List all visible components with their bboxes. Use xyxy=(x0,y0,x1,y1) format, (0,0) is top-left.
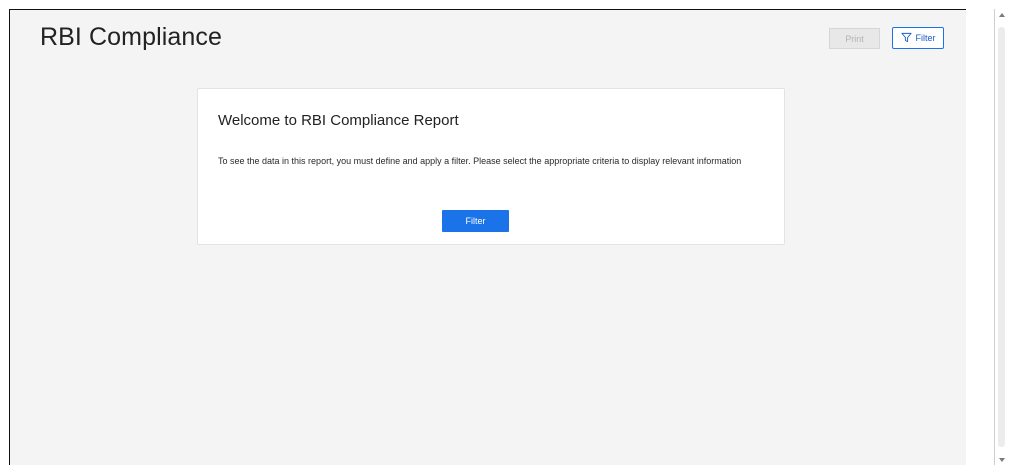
scroll-down-arrow-icon[interactable] xyxy=(999,458,1005,462)
print-button[interactable]: Print xyxy=(829,28,880,49)
welcome-message: To see the data in this report, you must… xyxy=(218,156,742,166)
page-title: RBI Compliance xyxy=(40,23,223,51)
welcome-card: Welcome to RBI Compliance Report To see … xyxy=(197,88,785,245)
scrollbar-thumb[interactable] xyxy=(998,27,1005,447)
scroll-up-arrow-icon[interactable] xyxy=(999,13,1005,17)
welcome-filter-button[interactable]: Filter xyxy=(442,210,509,232)
filter-funnel-icon xyxy=(900,32,912,45)
header-filter-button[interactable]: Filter xyxy=(892,27,944,49)
report-page: RBI Compliance Print Filter Welcome to R… xyxy=(9,9,966,465)
header-filter-label: Filter xyxy=(915,33,936,43)
vertical-scrollbar[interactable] xyxy=(994,9,1010,465)
welcome-heading: Welcome to RBI Compliance Report xyxy=(218,112,459,129)
